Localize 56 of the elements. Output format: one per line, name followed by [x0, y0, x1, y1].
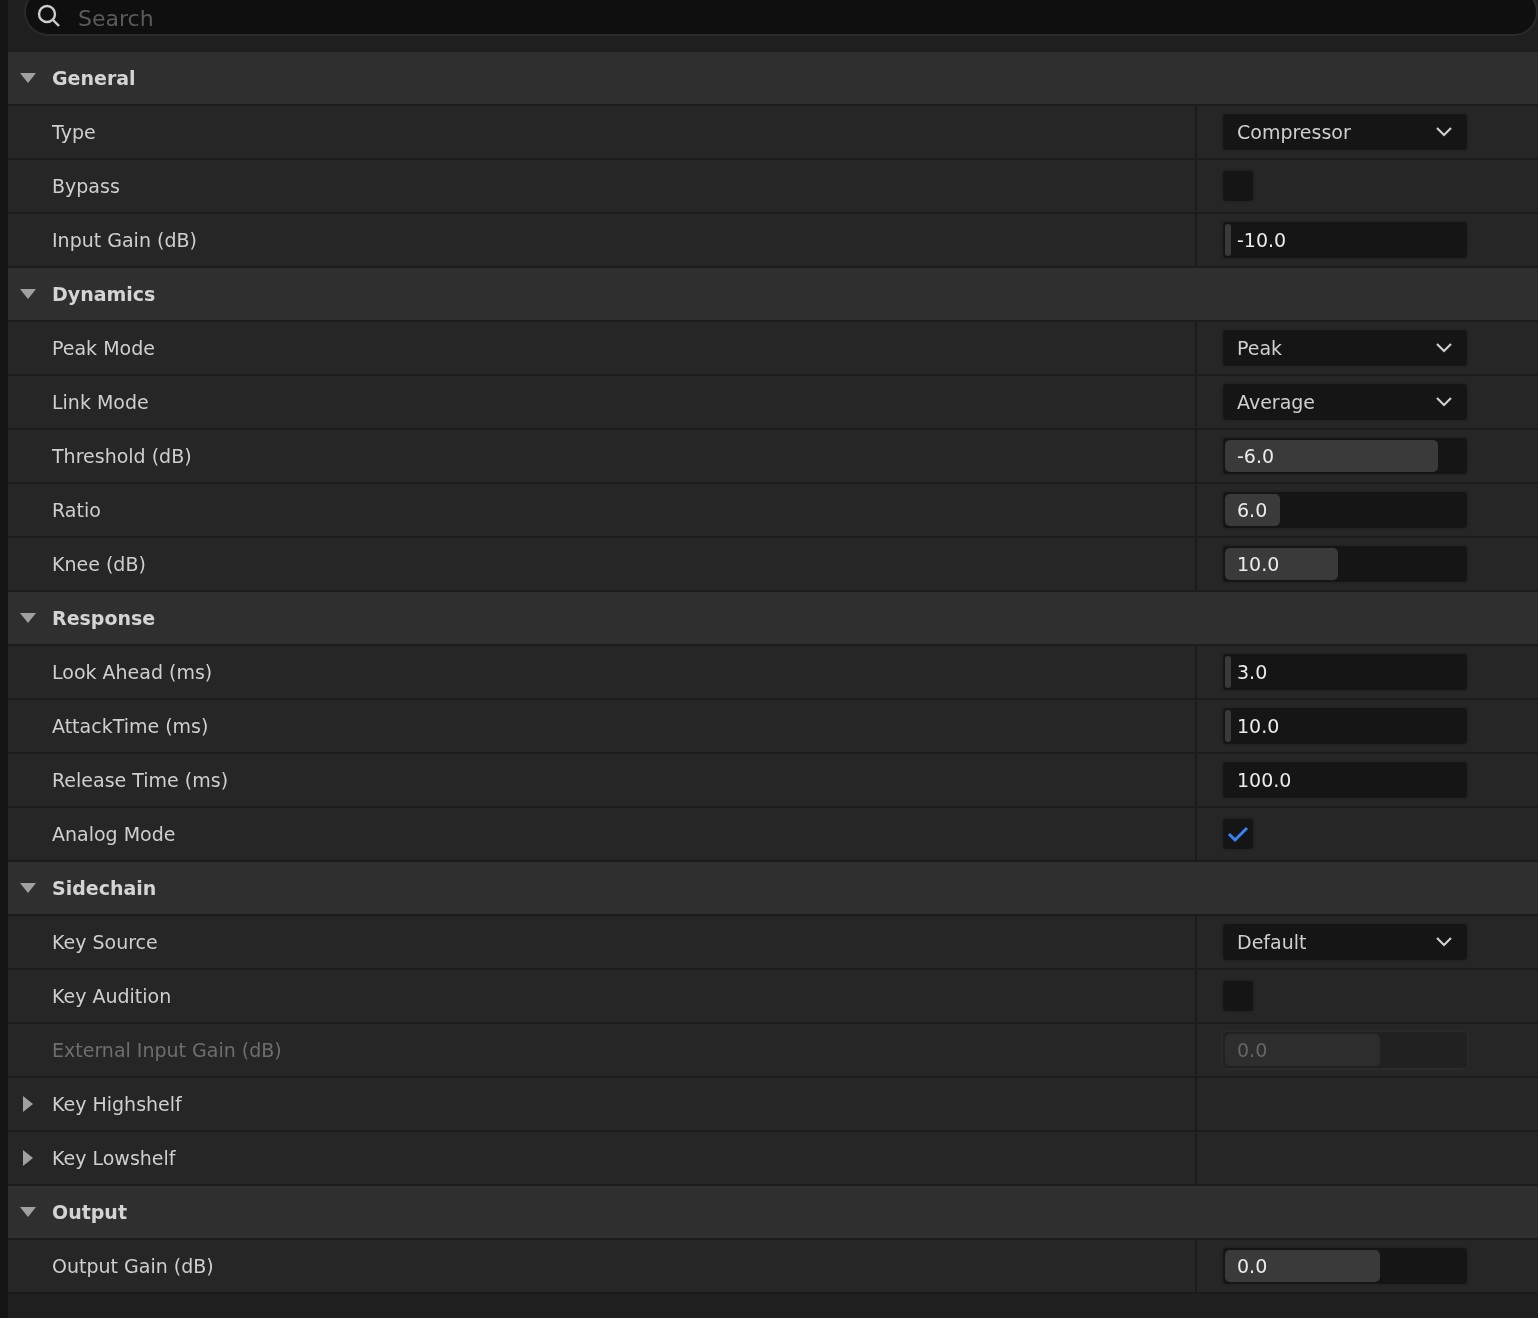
category-header[interactable]: Dynamics: [8, 268, 1538, 322]
number-slider[interactable]: 3.0: [1221, 652, 1469, 692]
property-label: Key Audition: [52, 985, 172, 1007]
dropdown[interactable]: Average: [1221, 382, 1469, 422]
property-label: External Input Gain (dB): [52, 1039, 282, 1061]
number-slider[interactable]: -6.0: [1221, 436, 1469, 476]
dropdown[interactable]: Default: [1221, 922, 1469, 962]
chevron-down-icon: [1435, 342, 1453, 354]
number-slider[interactable]: 10.0: [1221, 544, 1469, 584]
number-value: -10.0: [1237, 229, 1287, 251]
property-label: Peak Mode: [52, 337, 155, 359]
number-value: 10.0: [1237, 553, 1280, 575]
property-label: Input Gain (dB): [52, 229, 197, 251]
dropdown[interactable]: Peak: [1221, 328, 1469, 368]
property-label: Type: [52, 121, 96, 143]
chevron-down-icon: [1435, 936, 1453, 948]
category-header[interactable]: Output: [8, 1186, 1538, 1240]
chevron-down-icon: [1435, 396, 1453, 408]
dropdown[interactable]: Compressor: [1221, 112, 1469, 152]
category-header[interactable]: General: [8, 52, 1538, 106]
property-label: Look Ahead (ms): [52, 661, 213, 683]
search-field[interactable]: Search: [24, 0, 1538, 36]
number-slider[interactable]: 0.0: [1221, 1246, 1469, 1286]
number-field[interactable]: 100.0: [1221, 760, 1469, 800]
check-icon: [1226, 824, 1250, 844]
property-label: AttackTime (ms): [52, 715, 209, 737]
number-value: 3.0: [1237, 661, 1268, 683]
number-slider[interactable]: -10.0: [1221, 220, 1469, 260]
number-value: 6.0: [1237, 499, 1268, 521]
number-slider[interactable]: 10.0: [1221, 706, 1469, 746]
property-label: Key Source: [52, 931, 158, 953]
property-label: Ratio: [52, 499, 101, 521]
property-label: Output Gain (dB): [52, 1255, 214, 1277]
checkbox[interactable]: [1221, 817, 1255, 851]
chevron-down-icon: [1435, 126, 1453, 138]
category-title: Sidechain: [52, 877, 157, 899]
category-header[interactable]: Sidechain: [8, 862, 1538, 916]
property-group-label[interactable]: Key Lowshelf: [52, 1147, 176, 1169]
category-title: General: [52, 67, 136, 89]
property-label: Bypass: [52, 175, 120, 197]
property-group-label[interactable]: Key Highshelf: [52, 1093, 182, 1115]
number-value: 0.0: [1237, 1255, 1268, 1277]
property-label: Release Time (ms): [52, 769, 229, 791]
property-label: Link Mode: [52, 391, 149, 413]
number-value: 0.0: [1237, 1039, 1268, 1061]
category-header[interactable]: Response: [8, 592, 1538, 646]
property-label: Threshold (dB): [52, 445, 192, 467]
number-value: 10.0: [1237, 715, 1280, 737]
category-title: Dynamics: [52, 283, 156, 305]
number-slider[interactable]: 6.0: [1221, 490, 1469, 530]
property-label: Knee (dB): [52, 553, 146, 575]
property-label: Analog Mode: [52, 823, 176, 845]
category-title: Response: [52, 607, 156, 629]
search-icon: [36, 3, 62, 29]
number-value: -6.0: [1237, 445, 1275, 467]
category-title: Output: [52, 1201, 127, 1223]
